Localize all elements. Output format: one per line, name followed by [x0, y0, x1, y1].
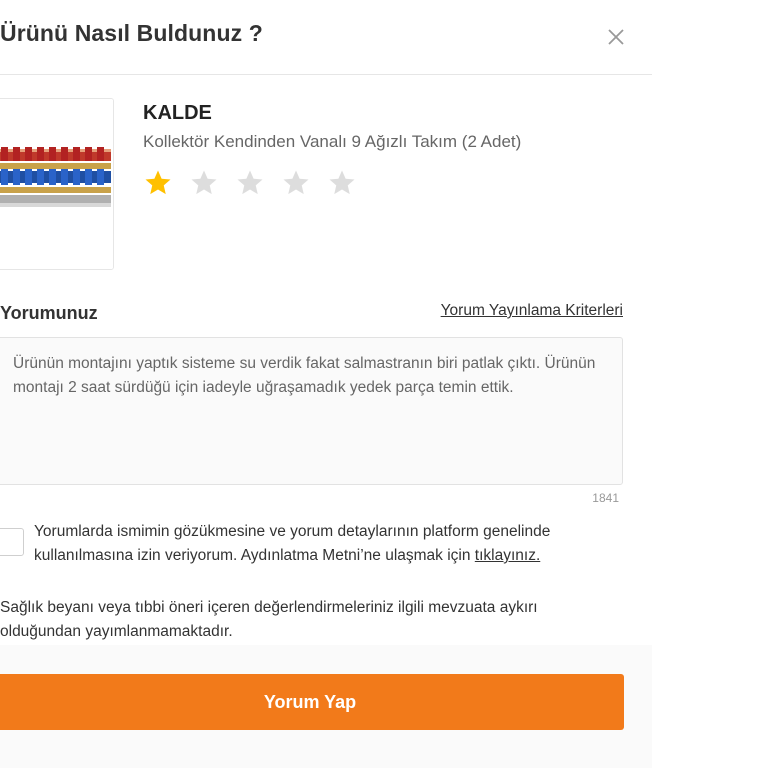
star-rating [143, 166, 373, 200]
modal-header: Ürünü Nasıl Buldunuz ? [0, 0, 652, 75]
consent-text: Yorumlarda ismimin gözükmesine ve yorum … [34, 520, 614, 568]
star-icon-1[interactable] [143, 166, 189, 200]
modal-title: Ürünü Nasıl Buldunuz ? [0, 20, 263, 46]
criteria-link[interactable]: Yorum Yayınlama Kriterleri [441, 302, 623, 320]
star-icon-4[interactable] [281, 166, 327, 200]
consent-checkbox[interactable] [0, 528, 24, 556]
product-brand: KALDE [143, 102, 212, 124]
review-modal: Ürünü Nasıl Buldunuz ? KALDE Kollektör K… [0, 0, 652, 768]
submit-review-button[interactable]: Yorum Yap [0, 674, 624, 730]
consent-link[interactable]: tıklayınız. [475, 547, 540, 564]
star-icon-5[interactable] [327, 166, 373, 200]
star-icon-3[interactable] [235, 166, 281, 200]
review-textarea[interactable]: Ürünün montajını yaptık sisteme su verdi… [0, 337, 623, 485]
close-icon[interactable] [603, 24, 629, 50]
disclaimer-text: Sağlık beyanı veya tıbbi öneri içeren de… [0, 599, 538, 640]
char-counter: 1841 [592, 491, 619, 505]
consent-label: Yorumlarda ismimin gözükmesine ve yorum … [34, 523, 551, 564]
review-label: Yorumunuz [0, 303, 98, 323]
product-image [0, 98, 114, 270]
product-name: Kollektör Kendinden Vanalı 9 Ağızlı Takı… [143, 132, 522, 151]
star-icon-2[interactable] [189, 166, 235, 200]
